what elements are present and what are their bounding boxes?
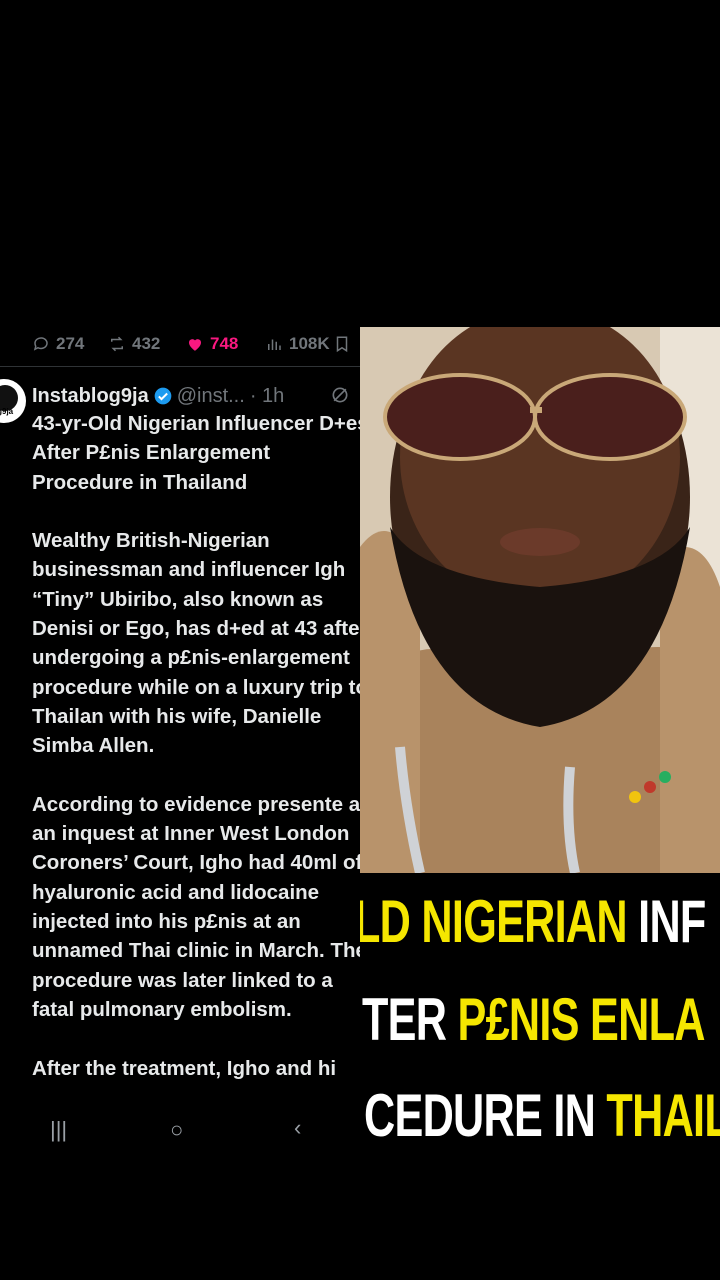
banner-line-2-white: TER — [362, 986, 447, 1053]
tweet-header: Instablog9ja @inst... · 1h — [32, 381, 284, 411]
author-handle[interactable]: @inst... — [177, 385, 245, 408]
reply-button[interactable]: 274 — [32, 334, 84, 354]
banner-line-3-white: CEDURE IN — [364, 1082, 596, 1149]
views-button[interactable]: 108K — [265, 334, 330, 354]
verified-badge-icon — [154, 387, 172, 405]
views-count: 108K — [289, 334, 330, 353]
avatar[interactable]: log9ja — [0, 379, 26, 423]
banner-line-3-yellow: THAIL — [606, 1082, 720, 1149]
reply-count: 274 — [56, 334, 85, 353]
banner-line-1-white: INF — [638, 888, 706, 955]
back-icon[interactable]: ‹ — [294, 1115, 301, 1141]
recents-icon[interactable]: ||| — [50, 1117, 67, 1143]
tweet-text: 43-yr-Old Nigerian Influencer D+es After… — [32, 412, 361, 1080]
repost-count: 432 — [132, 334, 161, 353]
bookmark-icon — [336, 336, 348, 353]
banner-line-2-yellow: P£NIS ENLA — [457, 986, 706, 1053]
like-button[interactable]: 748 — [186, 334, 238, 354]
system-nav-bar: ||| ○ ‹ — [0, 1115, 360, 1147]
divider — [0, 366, 360, 367]
banner-line-2: TER P£NIS ENLA — [362, 985, 706, 1055]
bookmark-button[interactable] — [333, 335, 351, 353]
photo-illustration — [360, 327, 720, 873]
tweet-time: · 1h — [249, 384, 285, 407]
banner-line-1: LD NIGERIAN INF — [360, 887, 706, 957]
like-count: 748 — [210, 334, 239, 353]
banner-line-1-yellow: LD NIGERIAN — [360, 888, 628, 955]
heart-icon — [189, 339, 201, 351]
engagement-bar: 274 432 748 108K — [0, 327, 360, 361]
views-icon — [268, 339, 281, 350]
headline-banner: LD NIGERIAN INF TER P£NIS ENLA CEDURE IN… — [360, 873, 720, 1156]
author-name[interactable]: Instablog9ja — [32, 385, 149, 408]
banner-line-3: CEDURE IN THAIL — [364, 1081, 720, 1151]
grok-icon[interactable] — [330, 385, 350, 405]
avatar-brand-text: log9ja — [0, 407, 14, 416]
repost-button[interactable]: 432 — [108, 334, 160, 354]
repost-icon — [111, 336, 123, 352]
reply-icon — [33, 337, 48, 351]
tweet-panel: 274 432 748 108K log9ja Instablog9ja @in… — [0, 327, 361, 1156]
home-icon[interactable]: ○ — [170, 1117, 183, 1143]
influencer-photo — [360, 327, 720, 873]
